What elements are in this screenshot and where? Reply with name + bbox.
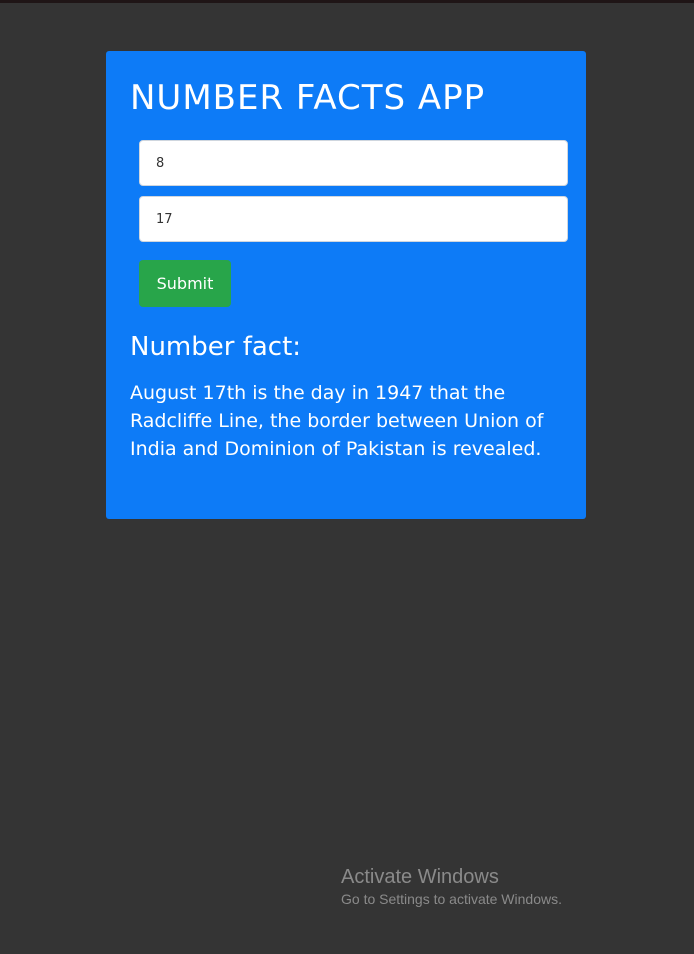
day-input[interactable] xyxy=(139,196,568,242)
number-fact-text: August 17th is the day in 1947 that the … xyxy=(130,382,544,460)
submit-button[interactable]: Submit xyxy=(139,260,231,307)
watermark-subtitle: Go to Settings to activate Windows. xyxy=(341,891,562,907)
app-title: NUMBER FACTS APP xyxy=(130,78,486,118)
activate-windows-watermark: Activate Windows Go to Settings to activ… xyxy=(341,865,562,909)
month-input[interactable] xyxy=(139,140,568,186)
number-fact-heading: Number fact: xyxy=(130,332,302,362)
window-top-border xyxy=(0,0,694,3)
number-facts-card: NUMBER FACTS APP Submit Number fact: Aug… xyxy=(106,51,586,519)
watermark-title: Activate Windows xyxy=(341,866,499,888)
